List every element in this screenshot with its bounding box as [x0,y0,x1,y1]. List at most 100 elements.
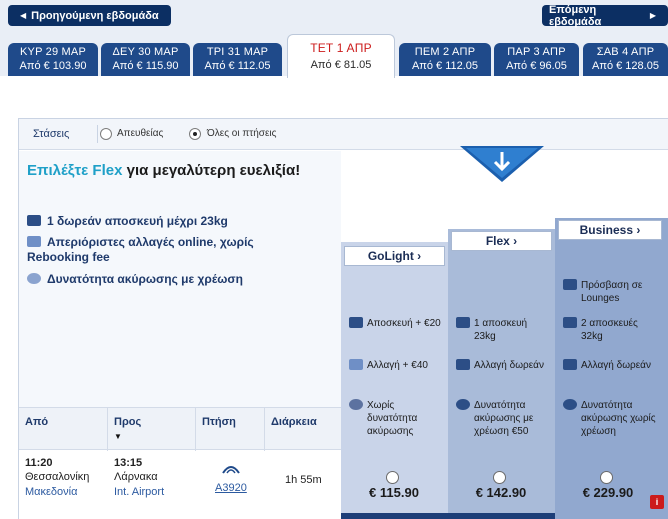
date-tab-mon-30[interactable]: ΔΕΥ 30 ΜΑΡ Από € 115.90 [101,43,190,76]
flight-row: 11:20 Θεσσαλονίκη Μακεδονία 13:15 Λάρνακ… [19,451,341,519]
tab-date: ΣΑΒ 4 ΑΠΡ [596,46,655,58]
promo-title: Επιλέξτε Flex για μεγαλύτερη ευελιξία! [27,160,327,181]
date-tab-thu-2[interactable]: ΠΕΜ 2 ΑΠΡ Από € 112.05 [399,43,491,76]
flight-duration: 1h 55m [285,474,322,486]
next-week-label: Επόμενη εβδομάδα [549,3,602,28]
date-tab-fri-3[interactable]: ΠΑΡ 3 ΑΠΡ Από € 96.05 [494,43,579,76]
chevron-right-icon: › [509,234,518,248]
perk-cancel: Δυνατότητα ακύρωσης με χρέωση [27,272,307,287]
perk-label: Απεριόριστες αλλαγές online, χωρίς Reboo… [27,235,254,264]
tab-price: Από € 112.05 [204,60,271,72]
all-flights-radio[interactable] [189,128,201,140]
date-tab-tue-31[interactable]: ΤΡΙ 31 ΜΑΡ Από € 112.05 [193,43,282,76]
divider [107,408,108,451]
golight-price-radio[interactable] [386,471,399,484]
divider [195,408,196,451]
sort-down-icon[interactable]: ▼ [114,432,122,441]
fare-name: Business [579,223,633,237]
info-icon[interactable]: i [650,495,664,509]
perk-label: Δυνατότητα ακύρωσης με χρέωση [47,272,243,286]
divider [264,408,265,451]
perk-label: 1 δωρεάν αποσκευή μέχρι 23kg [47,214,228,228]
arrival-city: Λάρνακα [114,471,158,483]
airline-logo-icon [222,466,240,474]
golight-cancel: Χωρίς δυνατότητα ακύρωσης [367,400,418,437]
coins-icon [563,399,577,410]
all-flights-label: Όλες οι πτήσεις [207,128,277,139]
departure-time: 11:20 [25,457,53,469]
departure-city: Θεσσαλονίκη [25,471,90,483]
col-duration: Διάρκεια [271,416,317,428]
business-price-radio[interactable] [600,471,613,484]
business-cancel: Δυνατότητα ακύρωσης χωρίς χρέωση [581,400,656,437]
flight-table-header: Από Προς ▼ Πτήση Διάρκεια [19,407,341,451]
flex-promo: Επιλέξτε Flex για μεγαλύτερη ευελιξία! 1… [19,151,341,407]
previous-week-button[interactable]: ◀ Προηγούμενη εβδομάδα [8,5,171,26]
fare-selection-page: ◀ Προηγούμενη εβδομάδα Επόμενη εβδομάδα … [0,0,668,519]
calendar-icon [349,359,363,370]
tab-date: ΔΕΥ 30 ΜΑΡ [112,46,179,58]
direct-radio[interactable] [100,128,112,140]
golight-price: € 115.90 [369,485,419,500]
fare-name: GoLight [367,249,414,263]
coins-icon [27,273,41,284]
tab-price: Από € 115.90 [112,60,179,72]
coins-icon [349,399,363,410]
divider [97,125,98,143]
arrival-airport: Int. Airport [114,486,165,498]
flex-price: € 142.90 [475,485,527,500]
date-tab-sun-29[interactable]: ΚΥΡ 29 ΜΑΡ Από € 103.90 [8,43,98,76]
business-lounge: Πρόσβαση σε Lounges [581,280,643,304]
flex-header[interactable]: Flex › [451,231,552,251]
business-change: Αλλαγή δωρεάν [581,360,651,371]
column-footer [341,513,448,519]
chevron-right-icon: › [633,223,641,237]
col-to[interactable]: Προς [114,416,141,428]
promo-title-highlight: Επιλέξτε Flex [27,162,123,179]
tab-price: Από € 128.05 [592,60,659,72]
stops-filter: Στάσεις Απευθείας Όλες οι πτήσεις [19,119,668,150]
tab-date: ΤΡΙ 31 ΜΑΡ [206,46,269,58]
suitcase-icon [456,317,470,328]
date-tab-wed-1-selected[interactable]: ΤΕΤ 1 ΑΠΡ Από € 81.05 [287,34,395,78]
flight-number-link[interactable]: A3920 [215,482,247,494]
stops-label: Στάσεις [33,128,70,140]
golight-change: Αλλαγή + €40 [367,360,428,371]
calendar-icon [456,359,470,370]
chevron-left-icon: ◀ [20,11,27,20]
lounge-icon [563,279,577,290]
perk-changes: Απεριόριστες αλλαγές online, χωρίς Reboo… [27,235,307,265]
golight-baggage: Αποσκευή + €20 [367,318,441,329]
calendar-icon [27,236,41,247]
promo-title-rest: για μεγαλύτερη ευελιξία! [122,162,301,179]
tab-date: ΚΥΡ 29 ΜΑΡ [20,46,86,58]
down-arrow-icon [460,146,544,182]
calendar-icon [563,359,577,370]
departure-airport: Μακεδονία [25,486,78,498]
business-price: € 229.90 [582,485,634,500]
flex-change: Αλλαγή δωρεάν [474,360,544,371]
suitcase-icon [349,317,363,328]
flex-cancel: Δυνατότητα ακύρωσης με χρέωση €50 [474,400,534,437]
previous-week-label: Προηγούμενη εβδομάδα [31,9,159,22]
golight-header[interactable]: GoLight › [344,246,445,266]
flex-baggage: 1 αποσκευή 23kg [474,318,528,342]
chevron-right-icon: › [413,249,422,263]
flex-price-radio[interactable] [493,471,506,484]
arrival-time: 13:15 [114,457,143,469]
fare-column-flex: Flex › 1 αποσκευή 23kg Αλλαγή δωρεάν Δυν… [448,229,555,519]
fare-name: Flex [485,234,510,248]
suitcase-icon [563,317,577,328]
business-header[interactable]: Business › [558,220,662,240]
column-footer [448,513,555,519]
col-from[interactable]: Από [25,416,48,428]
tab-price: Από € 81.05 [310,59,372,71]
date-tab-sat-4[interactable]: ΣΑΒ 4 ΑΠΡ Από € 128.05 [583,43,668,76]
tab-date: ΠΑΡ 3 ΑΠΡ [507,46,566,58]
fare-column-business: Business › Πρόσβαση σε Lounges 2 αποσκευ… [555,218,668,519]
next-week-button[interactable]: Επόμενη εβδομάδα ▶ [542,3,668,28]
business-baggage: 2 αποσκευές 32kg [581,318,638,342]
tab-date: ΠΕΜ 2 ΑΠΡ [414,46,476,58]
perk-baggage: 1 δωρεάν αποσκευή μέχρι 23kg [27,214,307,229]
chevron-right-icon: ▶ [649,11,656,20]
